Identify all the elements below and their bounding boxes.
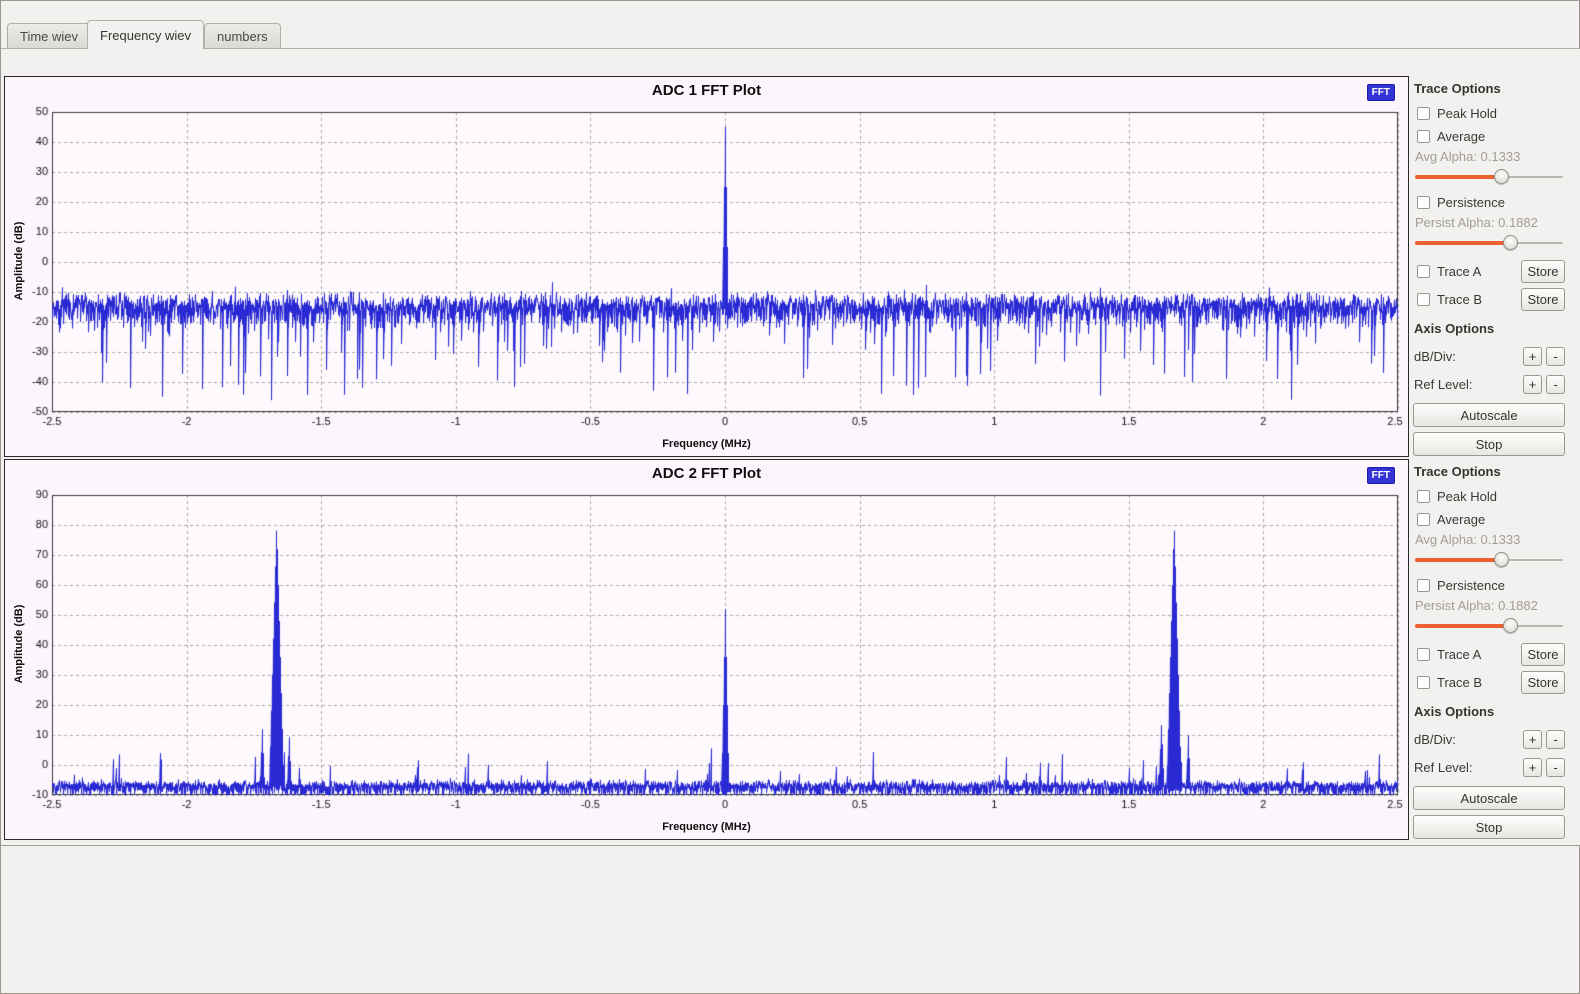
avg-alpha-slider-handle[interactable] (1494, 169, 1509, 184)
average-checkbox[interactable] (1417, 130, 1430, 143)
adc2-control-panel: Trace Options Peak Hold Average Avg Alph… (1413, 464, 1565, 839)
adc2-x-axis-label: Frequency (MHz) (5, 821, 1408, 833)
persistence-checkbox[interactable] (1417, 579, 1430, 592)
slider-fill (1415, 624, 1510, 628)
peak-hold-label: Peak Hold (1437, 106, 1497, 121)
avg-alpha-slider-handle[interactable] (1494, 552, 1509, 567)
ref-level-decrease-button[interactable]: - (1546, 758, 1565, 777)
trace-b-checkbox[interactable] (1417, 676, 1430, 689)
trace-options-title: Trace Options (1414, 464, 1565, 481)
avg-alpha-label: Avg Alpha: 0.1333 (1415, 149, 1565, 167)
db-div-label: dB/Div: (1414, 732, 1456, 747)
persistence-checkbox[interactable] (1417, 196, 1430, 209)
persistence-label: Persistence (1437, 195, 1505, 210)
autoscale-button[interactable]: Autoscale (1413, 786, 1565, 810)
peak-hold-row: Peak Hold (1417, 102, 1565, 125)
ref-level-row: Ref Level: + - (1414, 753, 1565, 781)
persist-alpha-label: Persist Alpha: 0.1882 (1415, 598, 1565, 616)
peak-hold-checkbox[interactable] (1417, 490, 1430, 503)
avg-alpha-slider[interactable] (1415, 169, 1563, 185)
stop-button[interactable]: Stop (1413, 432, 1565, 456)
persist-alpha-label: Persist Alpha: 0.1882 (1415, 215, 1565, 233)
db-div-label: dB/Div: (1414, 349, 1456, 364)
fft-badge: FFT (1367, 467, 1395, 484)
ref-level-decrease-button[interactable]: - (1546, 375, 1565, 394)
persistence-row: Persistence (1417, 574, 1565, 597)
average-row: Average (1417, 508, 1565, 531)
peak-hold-row: Peak Hold (1417, 485, 1565, 508)
ref-level-row: Ref Level: + - (1414, 370, 1565, 398)
average-label: Average (1437, 512, 1485, 527)
ref-level-label: Ref Level: (1414, 377, 1473, 392)
adc1-x-axis-label: Frequency (MHz) (5, 438, 1408, 450)
trace-a-row: Trace A Store (1417, 640, 1565, 668)
adc2-plot-title: ADC 2 FFT Plot (5, 465, 1408, 482)
adc1-y-axis-label: Amplitude (dB) (13, 111, 25, 411)
tab-numbers[interactable]: numbers (204, 23, 281, 48)
trace-a-row: Trace A Store (1417, 257, 1565, 285)
persist-alpha-slider[interactable] (1415, 235, 1563, 251)
adc1-fft-panel: ADC 1 FFT Plot FFT Frequency (MHz) Ampli… (4, 76, 1409, 457)
tab-frequency-view[interactable]: Frequency wiev (87, 20, 204, 49)
trace-a-checkbox[interactable] (1417, 265, 1430, 278)
axis-options-title: Axis Options (1414, 321, 1565, 338)
db-div-row: dB/Div: + - (1414, 725, 1565, 753)
db-div-increase-button[interactable]: + (1523, 347, 1542, 366)
trace-a-checkbox[interactable] (1417, 648, 1430, 661)
tab-frequency-view-label: Frequency wiev (100, 28, 191, 43)
peak-hold-label: Peak Hold (1437, 489, 1497, 504)
adc2-fft-panel: ADC 2 FFT Plot FFT Frequency (MHz) Ampli… (4, 459, 1409, 840)
db-div-increase-button[interactable]: + (1523, 730, 1542, 749)
db-div-row: dB/Div: + - (1414, 342, 1565, 370)
app-window: Time wiev Frequency wiev numbers ADC 1 F… (0, 0, 1580, 994)
trace-a-label: Trace A (1437, 264, 1481, 279)
peak-hold-checkbox[interactable] (1417, 107, 1430, 120)
adc1-fft-canvas[interactable] (5, 101, 1408, 436)
trace-b-store-button[interactable]: Store (1521, 671, 1565, 694)
fft-badge: FFT (1367, 84, 1395, 101)
average-label: Average (1437, 129, 1485, 144)
trace-b-row: Trace B Store (1417, 285, 1565, 313)
avg-alpha-slider[interactable] (1415, 552, 1563, 568)
persist-alpha-slider-handle[interactable] (1503, 618, 1518, 633)
ref-level-increase-button[interactable]: + (1523, 758, 1542, 777)
trace-a-store-button[interactable]: Store (1521, 643, 1565, 666)
adc1-control-panel: Trace Options Peak Hold Average Avg Alph… (1413, 81, 1565, 456)
average-checkbox[interactable] (1417, 513, 1430, 526)
ref-level-label: Ref Level: (1414, 760, 1473, 775)
adc1-plot-title: ADC 1 FFT Plot (5, 82, 1408, 99)
persist-alpha-slider-handle[interactable] (1503, 235, 1518, 250)
tab-time-view[interactable]: Time wiev (7, 23, 91, 48)
persistence-row: Persistence (1417, 191, 1565, 214)
adc2-y-axis-label: Amplitude (dB) (13, 494, 25, 794)
db-div-decrease-button[interactable]: - (1546, 347, 1565, 366)
slider-fill (1415, 558, 1501, 562)
tab-time-view-label: Time wiev (20, 29, 78, 44)
autoscale-button[interactable]: Autoscale (1413, 403, 1565, 427)
db-div-decrease-button[interactable]: - (1546, 730, 1565, 749)
trace-b-store-button[interactable]: Store (1521, 288, 1565, 311)
persistence-label: Persistence (1437, 578, 1505, 593)
ref-level-increase-button[interactable]: + (1523, 375, 1542, 394)
trace-b-label: Trace B (1437, 292, 1482, 307)
trace-b-label: Trace B (1437, 675, 1482, 690)
trace-b-row: Trace B Store (1417, 668, 1565, 696)
trace-a-label: Trace A (1437, 647, 1481, 662)
slider-fill (1415, 241, 1510, 245)
trace-options-title: Trace Options (1414, 81, 1565, 98)
stop-button[interactable]: Stop (1413, 815, 1565, 839)
trace-b-checkbox[interactable] (1417, 293, 1430, 306)
axis-options-title: Axis Options (1414, 704, 1565, 721)
persist-alpha-slider[interactable] (1415, 618, 1563, 634)
average-row: Average (1417, 125, 1565, 148)
tab-numbers-label: numbers (217, 29, 268, 44)
trace-a-store-button[interactable]: Store (1521, 260, 1565, 283)
slider-fill (1415, 175, 1501, 179)
frequency-view-page: ADC 1 FFT Plot FFT Frequency (MHz) Ampli… (1, 49, 1580, 846)
avg-alpha-label: Avg Alpha: 0.1333 (1415, 532, 1565, 550)
adc2-fft-canvas[interactable] (5, 484, 1408, 819)
